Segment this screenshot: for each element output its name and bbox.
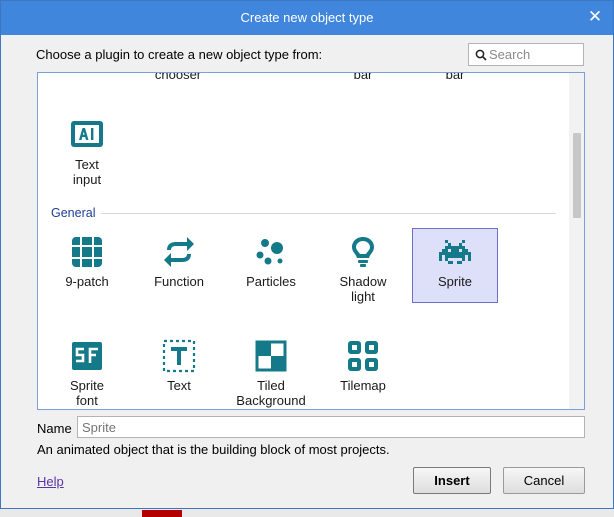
plugin-item-shadow-light[interactable]: Shadow light <box>320 234 406 304</box>
plugin-item-sprite[interactable]: Sprite <box>412 228 498 303</box>
plugin-item-tilemap[interactable]: Tilemap <box>320 338 406 393</box>
plugin-label-line: input <box>72 172 102 187</box>
name-field[interactable] <box>77 416 585 438</box>
tiled-background-icon <box>255 340 287 372</box>
plugin-list[interactable]: chooser bar bar Text input General 9-pat… <box>37 72 585 410</box>
list-scrollbar[interactable] <box>569 73 584 409</box>
search-icon <box>475 49 487 61</box>
tilemap-icon <box>348 341 378 371</box>
close-button[interactable]: ✕ <box>585 6 605 28</box>
plugin-label-line: Background <box>236 393 306 408</box>
plugin-label-line: 9-patch <box>65 274 109 289</box>
dialog-title: Create new object type <box>240 10 374 25</box>
plugin-label-line: Function <box>154 274 204 289</box>
text-icon <box>162 339 196 373</box>
plugin-item-sprite-font[interactable]: Sprite font <box>44 338 130 408</box>
plugin-label-line: Text <box>75 157 99 172</box>
search-box[interactable] <box>468 43 584 66</box>
plugin-description: An animated object that is the building … <box>37 442 390 457</box>
plugin-item-tiled-background[interactable]: Tiled Background <box>228 338 314 408</box>
plugin-label-line: light <box>351 289 375 304</box>
scrollbar-thumb[interactable] <box>573 133 581 218</box>
name-input[interactable] <box>78 417 584 437</box>
plugin-item-text-input[interactable]: Text input <box>44 117 130 187</box>
create-object-dialog: Create new object type ✕ Choose a plugin… <box>0 0 614 509</box>
section-divider <box>101 213 556 214</box>
section-header-general: General <box>51 206 96 220</box>
name-label: Name <box>37 421 72 436</box>
plugin-label-line: Particles <box>246 274 296 289</box>
plugin-item-9-patch[interactable]: 9-patch <box>44 234 130 289</box>
nine-patch-icon <box>72 237 102 267</box>
particles-icon <box>256 239 283 265</box>
partial-item-label[interactable]: chooser <box>135 73 221 82</box>
plugin-label-line: Sprite <box>438 274 472 289</box>
search-input[interactable] <box>489 46 579 63</box>
plugin-item-text[interactable]: Text <box>136 338 222 393</box>
plugin-item-function[interactable]: Function <box>136 234 222 289</box>
plugin-label-line: Tiled <box>257 378 285 393</box>
plugin-label-line: Text <box>167 378 191 393</box>
partial-item-label[interactable]: bar <box>412 73 498 82</box>
partial-item-label[interactable]: bar <box>320 73 406 82</box>
plugin-label-line: Shadow <box>339 274 387 289</box>
sprite-font-icon <box>72 342 102 370</box>
cancel-button[interactable]: Cancel <box>503 467 585 494</box>
plugin-label-line: Sprite <box>70 378 104 393</box>
title-bar[interactable]: Create new object type ✕ <box>1 1 613 35</box>
plugin-label-line: Tilemap <box>340 378 386 393</box>
sprite-icon <box>439 240 471 264</box>
text-input-icon <box>71 121 103 147</box>
prompt-text: Choose a plugin to create a new object t… <box>36 47 323 62</box>
insert-button[interactable]: Insert <box>413 467 491 494</box>
shadow-light-icon <box>352 237 374 267</box>
function-icon <box>164 237 194 267</box>
background-window-strip <box>142 510 182 517</box>
plugin-item-particles[interactable]: Particles <box>228 234 314 289</box>
plugin-label-line: font <box>76 393 98 408</box>
help-link[interactable]: Help <box>37 474 64 489</box>
